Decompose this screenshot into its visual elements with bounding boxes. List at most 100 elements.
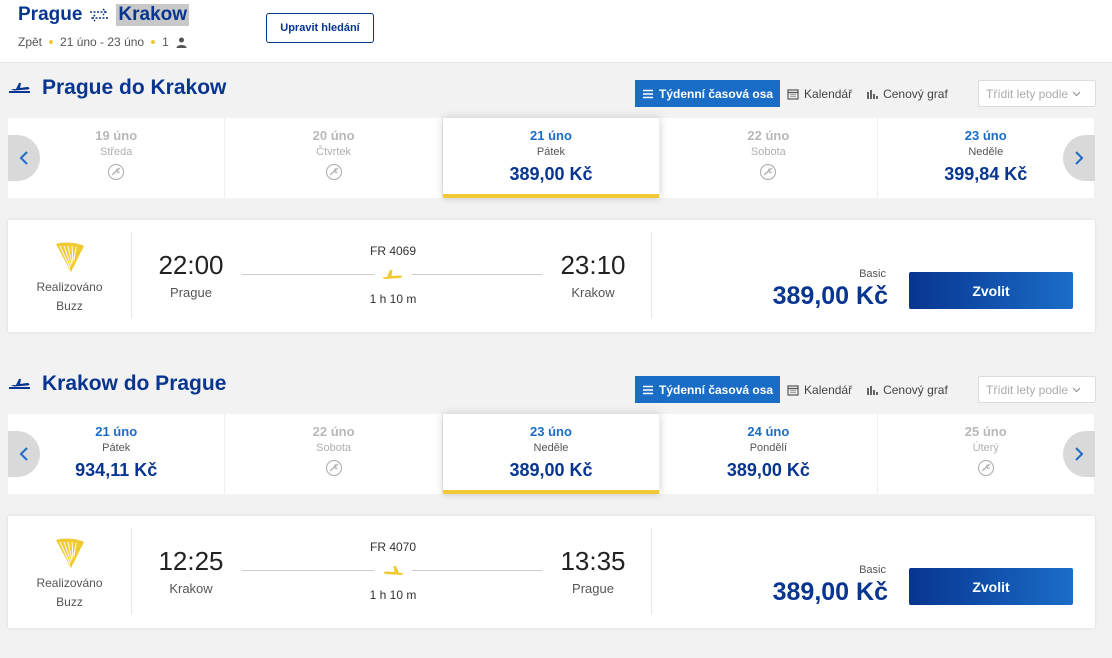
tab-weekly-timeline[interactable]: Týdenní časová osa bbox=[635, 376, 781, 403]
inbound-title: Krakow do Prague bbox=[8, 372, 226, 396]
no-flights-icon bbox=[977, 459, 994, 477]
fare-type: Basic bbox=[859, 268, 886, 280]
inbound-title-text: Krakow do Prague bbox=[42, 372, 227, 395]
weekday-label: Pátek bbox=[102, 442, 131, 454]
departure-city: Krakow bbox=[169, 581, 213, 596]
list-icon bbox=[643, 385, 653, 394]
list-icon bbox=[643, 89, 653, 98]
tab-price-chart-label: Cenový graf bbox=[883, 86, 948, 101]
card-divider bbox=[651, 232, 652, 318]
outbound-section-header: Prague do Krakow Týdenní časová osa Kale… bbox=[0, 76, 1112, 116]
date-label: 25 úno bbox=[964, 424, 1007, 439]
date-label: 21 úno bbox=[530, 128, 572, 143]
person-icon bbox=[176, 37, 187, 48]
departure-plane-icon bbox=[9, 83, 30, 93]
view-tabs: Týdenní časová osa Kalendář Cenový graf bbox=[635, 376, 955, 403]
tab-calendar[interactable]: Kalendář bbox=[780, 376, 859, 403]
route-line bbox=[242, 274, 374, 275]
route-line bbox=[412, 274, 542, 275]
day-price: 389,00 Kč bbox=[726, 460, 810, 480]
flight-duration: 1 h 10 m bbox=[369, 292, 417, 306]
weekday-label: Úterý bbox=[972, 442, 999, 454]
outbound-date-strip: 19 úno Středa 20 úno Čtvrtek 21 úno Pátek 389,… bbox=[8, 118, 1095, 198]
date-cell: 20 úno Čtvrtek bbox=[225, 118, 443, 198]
weekday-label: Neděle bbox=[968, 146, 1004, 158]
bar-chart-icon bbox=[867, 89, 878, 99]
departure-time: 12:25 bbox=[158, 546, 224, 576]
no-flights-icon bbox=[108, 163, 125, 181]
weekday-label: Neděle bbox=[533, 442, 569, 454]
operator-label: Realizováno bbox=[36, 280, 103, 294]
chevron-right-icon bbox=[1075, 447, 1084, 461]
date-cell[interactable]: 21 úno Pátek 389,00 Kč bbox=[442, 118, 661, 198]
date-cell: 19 úno Středa bbox=[8, 118, 226, 198]
date-cell[interactable]: 23 úno Neděle 389,00 Kč bbox=[442, 414, 661, 494]
card-divider bbox=[651, 528, 652, 614]
date-cell[interactable]: 24 úno Pondělí 389,00 Kč bbox=[660, 414, 878, 494]
date-label: 21 úno bbox=[95, 424, 138, 439]
airline-logo-icon bbox=[55, 242, 84, 272]
trip-dates: 21 úno - 23 úno bbox=[60, 35, 145, 49]
tab-calendar[interactable]: Kalendář bbox=[780, 80, 859, 107]
sort-dropdown[interactable]: Třídit lety podle bbox=[978, 376, 1096, 403]
day-price: 934,11 Kč bbox=[75, 460, 158, 480]
tab-price-chart-label: Cenový graf bbox=[883, 382, 948, 397]
destination-city: Krakow bbox=[116, 4, 190, 26]
flight-price: 389,00 Kč bbox=[772, 578, 888, 606]
flight-number: FR 4069 bbox=[369, 244, 417, 258]
sort-placeholder: Třídit lety podle bbox=[986, 86, 1069, 101]
calendar-icon bbox=[787, 88, 799, 100]
arrival-time: 13:35 bbox=[560, 546, 626, 576]
chevron-down-icon bbox=[1072, 91, 1081, 96]
swap-arrows-icon bbox=[90, 8, 109, 22]
tab-price-chart[interactable]: Cenový graf bbox=[859, 80, 955, 107]
inbound-flight-card: Realizováno Buzz 12:25 Krakow FR 4070 1 … bbox=[8, 516, 1095, 628]
no-flights-icon bbox=[760, 163, 777, 181]
tab-calendar-label: Kalendář bbox=[804, 382, 853, 397]
arrival-time: 23:10 bbox=[560, 250, 626, 280]
weekday-label: Středa bbox=[99, 146, 133, 158]
tab-calendar-label: Kalendář bbox=[804, 86, 853, 101]
calendar-icon bbox=[787, 384, 799, 396]
edit-search-button[interactable]: Upravit hledání bbox=[266, 13, 374, 43]
no-flights-icon bbox=[325, 163, 342, 181]
flight-duration: 1 h 10 m bbox=[369, 588, 417, 602]
day-price: 399,84 Kč bbox=[944, 164, 1028, 184]
weekday-label: Sobota bbox=[316, 442, 352, 454]
arrival-city: Prague bbox=[572, 581, 614, 596]
airline-logo-icon bbox=[55, 538, 84, 568]
airplane-icon bbox=[383, 566, 404, 575]
bar-chart-icon bbox=[867, 385, 878, 395]
tab-weekly-timeline[interactable]: Týdenní časová osa bbox=[635, 80, 781, 107]
select-flight-button[interactable]: Zvolit bbox=[909, 568, 1073, 605]
fare-type: Basic bbox=[859, 564, 886, 576]
tab-weekly-label: Týdenní časová osa bbox=[659, 382, 774, 397]
date-label: 20 úno bbox=[312, 128, 355, 143]
select-flight-button[interactable]: Zvolit bbox=[909, 272, 1073, 309]
chevron-left-icon bbox=[19, 151, 28, 165]
outbound-title: Prague do Krakow bbox=[8, 76, 226, 100]
date-label: 19 úno bbox=[95, 128, 138, 143]
inbound-date-strip: 21 úno Pátek 934,11 Kč 22 úno Sobota 23 úno Ne… bbox=[8, 414, 1095, 494]
route-line bbox=[412, 570, 542, 571]
weekday-label: Čtvrtek bbox=[316, 146, 351, 158]
weekday-label: Pátek bbox=[536, 146, 566, 158]
date-cell[interactable]: 21 úno Pátek 934,11 Kč bbox=[8, 414, 226, 494]
tab-price-chart[interactable]: Cenový graf bbox=[859, 376, 955, 403]
outbound-title-text: Prague do Krakow bbox=[42, 76, 227, 99]
trip-meta: Zpět 21 úno - 23 úno 1 bbox=[18, 35, 187, 49]
inbound-section-header: Krakow do Prague Týdenní časová osa Kale… bbox=[0, 372, 1112, 412]
view-tabs: Týdenní časová osa Kalendář Cenový graf bbox=[635, 80, 955, 107]
separator-dot bbox=[151, 40, 156, 44]
day-price: 389,00 Kč bbox=[509, 164, 593, 184]
date-cell: 22 úno Sobota bbox=[225, 414, 443, 494]
arrival-city: Krakow bbox=[571, 285, 615, 300]
route-title: Prague Krakow bbox=[18, 4, 190, 26]
date-label: 22 úno bbox=[312, 424, 355, 439]
operator-info: Realizováno Buzz bbox=[8, 232, 132, 318]
sort-dropdown[interactable]: Třídit lety podle bbox=[978, 80, 1096, 107]
chevron-right-icon bbox=[1075, 151, 1084, 165]
no-flights-icon bbox=[325, 459, 342, 477]
tab-weekly-label: Týdenní časová osa bbox=[659, 86, 774, 101]
date-label: 24 úno bbox=[747, 424, 790, 439]
